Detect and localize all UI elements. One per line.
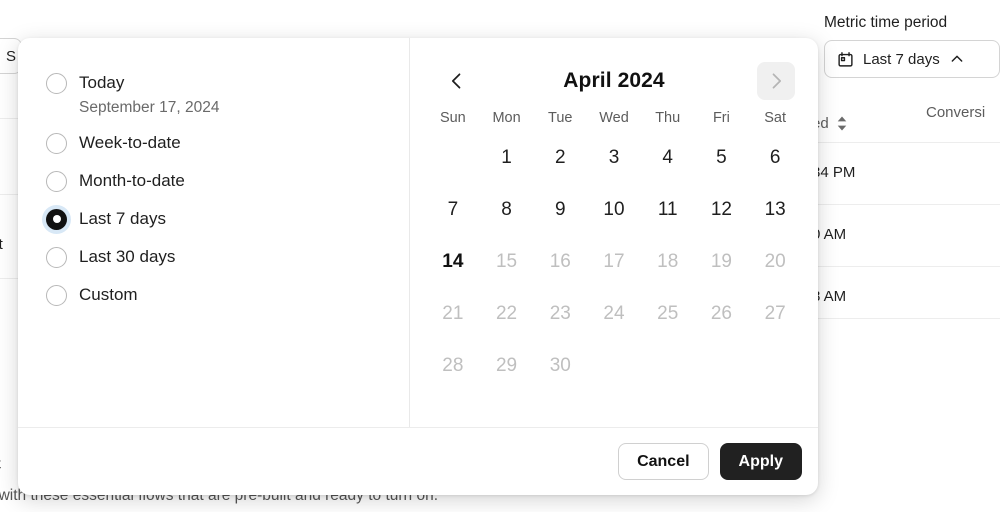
- calendar-day: 25: [641, 288, 695, 340]
- calendar-day[interactable]: 6: [748, 132, 802, 184]
- calendar-day: 18: [641, 236, 695, 288]
- radio-icon-selected[interactable]: [46, 209, 67, 230]
- radio-icon[interactable]: [46, 247, 67, 268]
- weekday-label: Thu: [641, 110, 695, 126]
- list-item-label: eat: [0, 236, 3, 253]
- calendar-day: 22: [480, 288, 534, 340]
- table-divider: [812, 318, 1000, 319]
- calendar-day: 28: [426, 340, 480, 392]
- calendar-day: 15: [480, 236, 534, 288]
- option-label: Custom: [79, 285, 138, 305]
- weekday-label: Mon: [480, 110, 534, 126]
- calendar-header: April 2024: [410, 60, 818, 102]
- weekday-label: Wed: [587, 110, 641, 126]
- option-label: Month-to-date: [79, 171, 185, 191]
- calendar-day: 21: [426, 288, 480, 340]
- sort-icon[interactable]: [836, 116, 848, 131]
- weekday-label: Tue: [533, 110, 587, 126]
- weekday-label: Sat: [748, 110, 802, 126]
- calendar-day: 23: [533, 288, 587, 340]
- date-preset-option-today[interactable]: Today: [30, 64, 409, 102]
- metric-time-period-label: Metric time period: [824, 14, 947, 32]
- calendar-day: 26: [695, 288, 749, 340]
- calendar-day[interactable]: 4: [641, 132, 695, 184]
- calendar-day[interactable]: 8: [480, 184, 534, 236]
- calendar-day[interactable]: 3: [587, 132, 641, 184]
- date-preset-option-week-to-date[interactable]: Week-to-date: [30, 124, 409, 162]
- metric-time-period-value: Last 7 days: [863, 51, 940, 68]
- calendar: April 2024 Sun Mon Tue Wed Thu: [410, 38, 818, 427]
- radio-icon[interactable]: [46, 133, 67, 154]
- date-preset-options: Today September 17, 2024 Week-to-date Mo…: [18, 38, 409, 427]
- calendar-month-title: April 2024: [563, 69, 664, 93]
- radio-icon[interactable]: [46, 73, 67, 94]
- date-range-picker-dialog: Today September 17, 2024 Week-to-date Mo…: [18, 38, 818, 495]
- calendar-day-blank: [426, 132, 480, 184]
- table-row: 34 PM: [812, 164, 855, 181]
- calendar-day[interactable]: 11: [641, 184, 695, 236]
- calendar-day[interactable]: 2: [533, 132, 587, 184]
- promo-title: t C: [0, 455, 1, 477]
- dialog-footer: Cancel Apply: [18, 427, 818, 495]
- date-preset-option-last-7-days[interactable]: Last 7 days: [30, 200, 409, 238]
- calendar-day: 30: [533, 340, 587, 392]
- option-today-date: September 17, 2024: [30, 99, 409, 117]
- table-divider: [812, 142, 1000, 143]
- calendar-weekday-header: Sun Mon Tue Wed Thu Fri Sat: [410, 102, 818, 126]
- chevron-left-icon: [447, 71, 467, 91]
- table-divider: [812, 204, 1000, 205]
- option-label: Today: [79, 73, 124, 93]
- radio-icon[interactable]: [46, 285, 67, 306]
- calendar-day[interactable]: 10: [587, 184, 641, 236]
- calendar-day: 17: [587, 236, 641, 288]
- calendar-icon: [837, 51, 854, 68]
- date-preset-option-last-30-days[interactable]: Last 30 days: [30, 238, 409, 276]
- apply-button[interactable]: Apply: [720, 443, 802, 480]
- calendar-day[interactable]: 12: [695, 184, 749, 236]
- previous-month-button[interactable]: [438, 62, 476, 100]
- date-preset-option-month-to-date[interactable]: Month-to-date: [30, 162, 409, 200]
- calendar-day: 24: [587, 288, 641, 340]
- weekday-label: Sun: [426, 110, 480, 126]
- calendar-day[interactable]: 14: [426, 236, 480, 288]
- calendar-day: 16: [533, 236, 587, 288]
- chevron-up-icon: [949, 51, 965, 67]
- calendar-day: 20: [748, 236, 802, 288]
- calendar-day: 29: [480, 340, 534, 392]
- calendar-day[interactable]: 1: [480, 132, 534, 184]
- metric-time-period-dropdown[interactable]: Last 7 days: [824, 40, 1000, 78]
- table-divider: [812, 266, 1000, 267]
- cancel-button[interactable]: Cancel: [618, 443, 708, 480]
- calendar-day[interactable]: 5: [695, 132, 749, 184]
- option-label: Week-to-date: [79, 133, 181, 153]
- calendar-days-grid: 1234567891011121314151617181920212223242…: [410, 126, 818, 392]
- option-label: Last 7 days: [79, 209, 166, 229]
- chevron-right-icon: [766, 71, 786, 91]
- calendar-day: 27: [748, 288, 802, 340]
- calendar-day[interactable]: 9: [533, 184, 587, 236]
- next-month-button[interactable]: [757, 62, 795, 100]
- date-preset-option-custom[interactable]: Custom: [30, 276, 409, 314]
- calendar-day[interactable]: 7: [426, 184, 480, 236]
- table-header-conversion[interactable]: Conversi: [926, 104, 985, 121]
- option-label: Last 30 days: [79, 247, 175, 267]
- weekday-label: Fri: [695, 110, 749, 126]
- radio-icon[interactable]: [46, 171, 67, 192]
- calendar-day: 19: [695, 236, 749, 288]
- dialog-body: Today September 17, 2024 Week-to-date Mo…: [18, 38, 818, 427]
- screen: Metric time period Last 7 days ed: [0, 0, 1000, 512]
- calendar-day[interactable]: 13: [748, 184, 802, 236]
